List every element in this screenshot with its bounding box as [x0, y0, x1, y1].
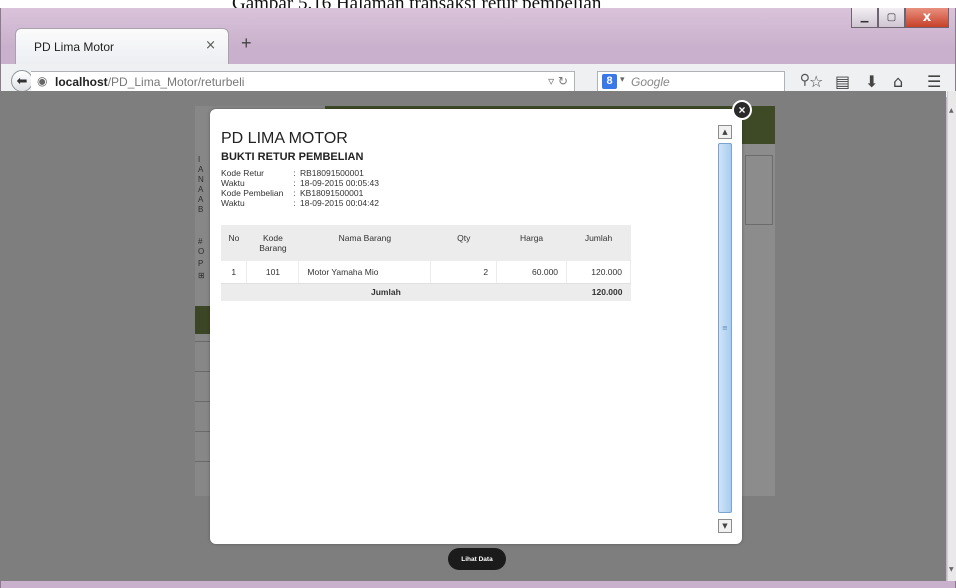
info-row-waktu-retur: Waktu:18-09-2015 00:05:43: [221, 178, 379, 188]
info-row-waktu-pembelian: Waktu:18-09-2015 00:04:42: [221, 198, 379, 208]
info-key: Waktu: [221, 198, 245, 208]
col-header-jumlah: Jumlah: [566, 225, 631, 261]
window-controls: ▁ ▢ x: [851, 8, 949, 28]
scrollbar-thumb[interactable]: ≡: [718, 143, 732, 513]
info-sep: :: [293, 188, 296, 198]
table-header-row: No Kode Barang Nama Barang Qty Harga Jum…: [221, 225, 631, 261]
url-host: localhost: [55, 75, 108, 89]
browser-tab[interactable]: PD Lima Motor ×: [15, 28, 229, 64]
info-key: Kode Pembelian: [221, 188, 284, 198]
items-table: No Kode Barang Nama Barang Qty Harga Jum…: [221, 225, 631, 301]
minimize-button[interactable]: ▁: [851, 8, 878, 28]
background-text: A: [198, 195, 204, 204]
page-scroll-up-icon[interactable]: ▲: [949, 107, 954, 114]
menu-icon[interactable]: ☰: [927, 72, 941, 91]
table-row: 1 101 Motor Yamaha Mio 2 60.000 120.000: [221, 261, 631, 284]
background-text: N: [198, 175, 204, 184]
downloads-icon[interactable]: ⬇: [865, 72, 878, 91]
cell-no: 1: [221, 261, 248, 284]
info-row-kode-pembelian: Kode Pembelian: KB18091500001: [221, 188, 363, 198]
background-text: B: [198, 205, 204, 214]
cell-qty: 2: [430, 261, 498, 284]
col-header-kode: Kode Barang: [246, 225, 299, 261]
info-key: Waktu: [221, 178, 245, 188]
col-header-harga: Harga: [496, 225, 567, 261]
lihat-data-button[interactable]: Lihat Data: [448, 548, 506, 570]
total-row: Jumlah 120.000: [221, 283, 631, 301]
close-window-button[interactable]: x: [905, 8, 949, 28]
cell-nama: Motor Yamaha Mio: [298, 261, 432, 284]
background-text: #: [198, 237, 203, 246]
globe-icon: ◉: [37, 74, 48, 88]
info-key: Kode Retur: [221, 168, 264, 178]
document-title: BUKTI RETUR PEMBELIAN: [221, 151, 364, 163]
search-engine-dropdown-icon[interactable]: ▾: [620, 75, 625, 85]
background-text: A: [198, 165, 204, 174]
page-scrollbar[interactable]: ▲ ▼: [947, 91, 956, 581]
col-header-no: No: [221, 225, 247, 261]
modal-close-button[interactable]: ×: [732, 100, 752, 120]
background-text: O: [198, 247, 205, 256]
scroll-down-icon[interactable]: ▼: [718, 519, 732, 533]
bookmark-star-icon[interactable]: ☆: [809, 72, 823, 91]
url-text: localhost/PD_Lima_Motor/returbeli: [55, 75, 244, 89]
search-placeholder: Google: [631, 75, 670, 89]
background-text: ⊞: [198, 271, 205, 280]
info-sep: :: [293, 178, 296, 188]
search-bar[interactable]: 8 ▾ Google ⚲: [597, 71, 810, 92]
back-button[interactable]: ⬅: [11, 70, 33, 92]
background-text: A: [198, 185, 204, 194]
company-name: PD LIMA MOTOR: [221, 130, 348, 147]
cell-jumlah: 120.000: [566, 261, 631, 284]
info-value: RB18091500001: [300, 168, 364, 178]
home-icon[interactable]: ⌂: [893, 72, 903, 91]
page-content: I A N A A B # O P ⊞ PD LIMA MOTOR BUKTI …: [0, 91, 946, 581]
url-path: /PD_Lima_Motor/returbeli: [107, 75, 245, 89]
background-text: I: [198, 155, 201, 164]
tab-close-icon[interactable]: ×: [205, 38, 216, 53]
scroll-grip-icon: ≡: [722, 324, 728, 332]
total-label: Jumlah: [221, 283, 431, 301]
page-scroll-down-icon[interactable]: ▼: [949, 566, 954, 573]
info-value: 18-09-2015 00:05:43: [300, 178, 379, 188]
cell-harga: 60.000: [496, 261, 568, 284]
col-header-qty: Qty: [430, 225, 497, 261]
cell-kode: 101: [246, 261, 300, 284]
total-value: 120.000: [566, 283, 631, 301]
info-value: KB18091500001: [300, 188, 364, 198]
address-bar[interactable]: ◉ localhost/PD_Lima_Motor/returbeli ▿ ↻: [31, 71, 575, 92]
new-tab-button[interactable]: +: [241, 33, 252, 54]
info-sep: :: [293, 198, 296, 208]
background-box: [745, 155, 773, 225]
tab-title: PD Lima Motor: [34, 40, 115, 54]
google-logo-icon[interactable]: 8: [602, 74, 617, 89]
scroll-up-icon[interactable]: ▲: [718, 125, 732, 139]
info-value: 18-09-2015 00:04:42: [300, 198, 379, 208]
reload-icon[interactable]: ▿ ↻: [548, 74, 568, 88]
col-header-nama: Nama Barang: [298, 225, 431, 261]
maximize-button[interactable]: ▢: [878, 8, 905, 28]
bookmarks-menu-icon[interactable]: ▤: [835, 72, 850, 91]
back-arrow-icon: ⬅: [16, 73, 28, 89]
info-row-kode-retur: Kode Retur: RB18091500001: [221, 168, 364, 178]
receipt-modal: PD LIMA MOTOR BUKTI RETUR PEMBELIAN Kode…: [210, 109, 742, 544]
info-sep: :: [293, 168, 296, 178]
background-text: P: [198, 259, 204, 268]
modal-scrollbar[interactable]: ▲ ≡ ▼: [718, 125, 732, 533]
total-spacer: [430, 283, 567, 301]
